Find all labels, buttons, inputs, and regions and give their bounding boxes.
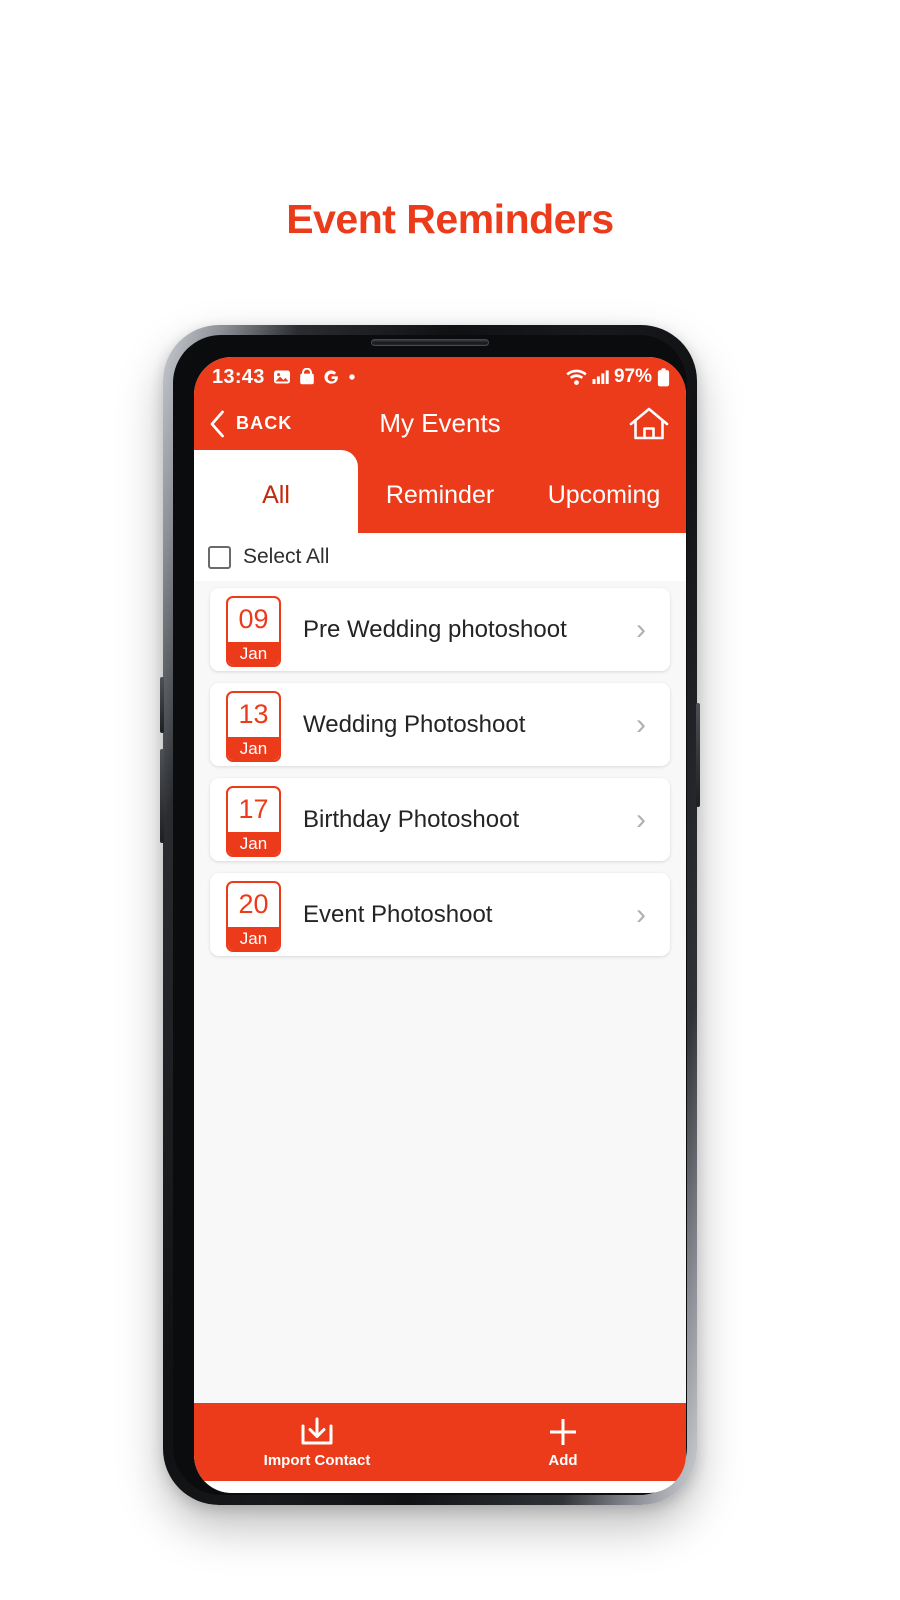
date-badge-day: 13: [238, 699, 269, 729]
table-row[interactable]: 13 Jan Wedding Photoshoot ›: [210, 683, 670, 766]
phone-volume-down-button: [160, 749, 164, 843]
phone-power-button: [696, 703, 700, 807]
select-all-label: Select All: [243, 545, 330, 568]
chevron-right-icon[interactable]: ›: [636, 709, 646, 740]
home-icon[interactable]: [628, 405, 670, 443]
date-badge: 09 Jan: [226, 596, 281, 667]
event-title: Birthday Photoshoot: [303, 805, 520, 833]
download-icon[interactable]: [299, 1416, 335, 1448]
content-area: Select All 09 Jan Pre Wedding photoshoot…: [194, 533, 686, 1403]
tab-all-label: All: [262, 481, 290, 509]
battery-percent-label: 97%: [613, 366, 652, 387]
tab-reminder[interactable]: Reminder: [358, 450, 522, 533]
page-title: Event Reminders: [286, 196, 614, 242]
add-button[interactable]: Add: [440, 1416, 686, 1469]
table-row[interactable]: 17 Jan Birthday Photoshoot ›: [210, 778, 670, 861]
chevron-right-icon[interactable]: ›: [636, 804, 646, 835]
phone-bezel: 13:43 97% BACK My Events All Reminder Up…: [173, 335, 687, 1495]
back-button[interactable]: BACK: [208, 409, 292, 439]
dot-icon: [348, 373, 356, 381]
event-title: Pre Wedding photoshoot: [303, 615, 567, 643]
tab-bar: All Reminder Upcoming: [194, 450, 686, 533]
bag-icon: [299, 368, 315, 386]
date-badge: 13 Jan: [226, 691, 281, 762]
event-title: Event Photoshoot: [303, 900, 493, 928]
phone-frame: 13:43 97% BACK My Events All Reminder Up…: [160, 325, 700, 1505]
select-all-row[interactable]: Select All: [194, 533, 686, 581]
status-bar: 13:43 97%: [194, 357, 686, 397]
date-badge-month: Jan: [228, 927, 279, 950]
table-row[interactable]: 20 Jan Event Photoshoot ›: [210, 873, 670, 956]
select-all-checkbox[interactable]: [208, 545, 231, 569]
chevron-right-icon[interactable]: ›: [636, 614, 646, 645]
battery-icon: [657, 367, 670, 387]
chevron-left-icon[interactable]: [208, 409, 226, 439]
status-bar-left: 13:43: [212, 366, 566, 389]
import-contact-button[interactable]: Import Contact: [194, 1416, 440, 1469]
date-badge-day: 20: [238, 889, 269, 919]
cellular-signal-icon: [592, 369, 609, 385]
event-list: 09 Jan Pre Wedding photoshoot › 13 Jan W…: [194, 581, 686, 956]
photo-icon: [273, 368, 291, 386]
google-g-icon: [323, 368, 340, 386]
date-badge-day: 17: [238, 794, 269, 824]
earpiece-speaker: [371, 339, 489, 346]
plus-icon[interactable]: [545, 1416, 581, 1448]
tab-upcoming[interactable]: Upcoming: [522, 450, 686, 533]
date-badge-month: Jan: [228, 737, 279, 760]
status-bar-right: 97%: [566, 366, 670, 388]
date-badge-month: Jan: [228, 642, 279, 665]
bottom-action-bar: Import Contact Add: [194, 1403, 686, 1481]
tab-upcoming-label: Upcoming: [547, 481, 661, 509]
chevron-right-icon[interactable]: ›: [636, 899, 646, 930]
date-badge: 20 Jan: [226, 881, 281, 952]
back-button-label: BACK: [236, 413, 293, 433]
wifi-icon: [566, 369, 587, 386]
date-badge: 17 Jan: [226, 786, 281, 857]
phone-volume-up-button: [160, 677, 164, 733]
import-contact-label: Import Contact: [263, 1451, 371, 1469]
table-row[interactable]: 09 Jan Pre Wedding photoshoot ›: [210, 588, 670, 671]
add-label: Add: [548, 1451, 578, 1469]
tab-all[interactable]: All: [194, 450, 358, 533]
tab-reminder-label: Reminder: [385, 481, 495, 509]
gesture-nav-bar: [194, 1481, 686, 1493]
date-badge-month: Jan: [228, 832, 279, 855]
app-bar: BACK My Events: [194, 397, 686, 450]
date-badge-day: 09: [238, 604, 269, 634]
phone-screen: 13:43 97% BACK My Events All Reminder Up…: [194, 357, 686, 1493]
event-title: Wedding Photoshoot: [303, 710, 526, 738]
home-button[interactable]: [628, 405, 670, 443]
status-time: 13:43: [212, 365, 265, 388]
